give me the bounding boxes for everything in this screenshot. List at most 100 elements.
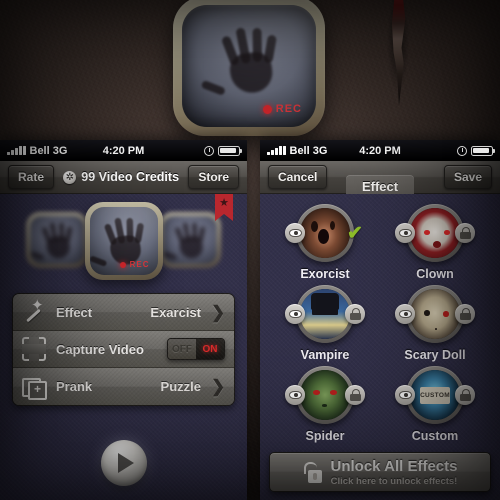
preview-eye-button[interactable]: [285, 304, 305, 324]
row-prank-label: Prank: [56, 379, 93, 394]
toggle-on-label: ON: [196, 339, 224, 359]
lock-badge[interactable]: [455, 304, 475, 324]
chevron-right-icon: ❯: [211, 302, 226, 322]
effects-grid: ✔ Exorcist Clown Vampire Scary Doll Spid…: [260, 194, 500, 443]
capture-frame-icon: [22, 337, 46, 361]
lock-icon: [349, 308, 361, 320]
hero-app-icon[interactable]: REC: [173, 0, 325, 136]
right-toolbar: Cancel Effect Save: [260, 161, 500, 199]
effect-label: Spider: [305, 429, 345, 443]
wall-crack-decoration: [378, 0, 418, 114]
effect-label: Vampire: [300, 348, 350, 362]
lock-badge[interactable]: [455, 223, 475, 243]
effect-item-exorcist[interactable]: ✔ Exorcist: [270, 204, 380, 281]
preview-eye-button[interactable]: [395, 223, 415, 243]
settings-list: Effect Exarcist ❯ Capture Video OFF ON P…: [12, 293, 235, 406]
right-phone-screen: Bell 3G 4:20 PM Cancel Effect Save ✔ Exo…: [260, 140, 500, 500]
scary-doll-thumbnail: [410, 289, 460, 339]
lock-icon: [459, 308, 471, 320]
effect-item-spider[interactable]: Spider: [270, 366, 380, 443]
effect-label: Scary Doll: [404, 348, 466, 362]
rec-label: REC: [129, 260, 150, 269]
store-button[interactable]: Store: [188, 165, 239, 189]
unlock-all-effects-button[interactable]: Unlock All Effects Click here to unlock …: [269, 452, 491, 492]
alarm-clock-icon: [204, 145, 214, 156]
lock-badge[interactable]: [455, 385, 475, 405]
video-credits-label: 99 Video Credits: [81, 170, 180, 184]
row-effect-value: Exarcist: [150, 304, 201, 320]
eye-icon: [398, 310, 412, 318]
right-panel-body: ✔ Exorcist Clown Vampire Scary Doll Spid…: [260, 194, 500, 500]
preview-eye-button[interactable]: [395, 385, 415, 405]
left-panel-body: REC Effect Exarcist ❯ Capture Video OFF …: [0, 194, 247, 500]
eye-icon: [288, 391, 302, 399]
coin-icon: [63, 170, 77, 184]
carousel-item-next[interactable]: [159, 212, 221, 268]
row-capture-video-label: Capture Video: [56, 341, 144, 357]
lock-icon: [459, 389, 471, 401]
open-padlock-icon: [303, 461, 322, 483]
eye-icon: [288, 229, 302, 237]
effect-item-scary-doll[interactable]: Scary Doll: [380, 285, 490, 362]
lock-icon: [459, 227, 471, 239]
status-bar-right-group: [457, 145, 496, 156]
preview-eye-button[interactable]: [285, 223, 305, 243]
featured-ribbon-star-icon[interactable]: [215, 194, 233, 221]
spider-thumbnail: [300, 370, 350, 420]
eye-icon: [398, 391, 412, 399]
left-phone-screen: Bell 3G 4:20 PM Rate 99 Video Credits St…: [0, 140, 247, 500]
cancel-button[interactable]: Cancel: [268, 165, 328, 189]
lock-icon: [349, 389, 361, 401]
vampire-thumbnail: [300, 289, 350, 339]
effect-label: Clown: [416, 267, 454, 281]
effect-item-custom[interactable]: Custom: [380, 366, 490, 443]
rate-button[interactable]: Rate: [8, 165, 55, 189]
toggle-off-label: OFF: [168, 339, 196, 359]
preview-eye-button[interactable]: [285, 385, 305, 405]
row-capture-video[interactable]: Capture Video OFF ON: [13, 331, 234, 368]
magic-wand-icon: [22, 296, 46, 324]
row-prank-value: Puzzle: [160, 379, 201, 394]
carousel-item-current[interactable]: REC: [84, 202, 163, 280]
left-toolbar: Rate 99 Video Credits Store: [0, 161, 247, 194]
battery-icon: [471, 145, 496, 156]
app-icon-bezel: REC: [173, 0, 325, 136]
status-bar-right-group: [204, 145, 243, 156]
effect-carousel[interactable]: REC: [0, 194, 247, 287]
status-bar-right: Bell 3G 4:20 PM: [260, 140, 500, 161]
carousel-rec-indicator: REC: [119, 260, 150, 269]
clown-thumbnail: [410, 208, 460, 258]
alarm-clock-icon: [457, 145, 467, 156]
prank-cards-icon: [22, 375, 47, 400]
unlock-title: Unlock All Effects: [330, 457, 458, 475]
status-bar-left: Bell 3G 4:20 PM: [0, 140, 247, 161]
rec-indicator: REC: [262, 103, 302, 115]
lock-badge[interactable]: [345, 304, 365, 324]
preview-eye-button[interactable]: [395, 304, 415, 324]
unlock-subtitle: Click here to unlock effects!: [330, 475, 458, 487]
play-button[interactable]: [100, 440, 147, 486]
row-effect[interactable]: Effect Exarcist ❯: [13, 294, 234, 331]
rec-dot-icon: [119, 261, 126, 268]
save-button[interactable]: Save: [443, 165, 492, 189]
effect-label: Exorcist: [300, 267, 350, 281]
carousel-item-previous[interactable]: [26, 212, 88, 268]
check-icon: ✔: [347, 222, 363, 244]
effect-item-clown[interactable]: Clown: [380, 204, 490, 281]
effect-label: Custom: [411, 429, 459, 443]
lock-badge[interactable]: [345, 385, 365, 405]
custom-thumbnail: [410, 370, 460, 420]
play-button-container: [0, 440, 247, 486]
eye-icon: [398, 229, 412, 237]
capture-video-toggle[interactable]: OFF ON: [167, 338, 225, 360]
rec-dot-icon: [262, 104, 272, 114]
effect-item-vampire[interactable]: Vampire: [270, 285, 380, 362]
video-credits: 99 Video Credits: [60, 170, 182, 184]
row-effect-label: Effect: [56, 304, 93, 320]
app-icon-screen: REC: [182, 5, 316, 127]
unlock-texts: Unlock All Effects Click here to unlock …: [331, 458, 458, 487]
battery-icon: [218, 145, 243, 156]
row-prank[interactable]: Prank Puzzle ❯: [13, 368, 234, 405]
chevron-right-icon: ❯: [211, 377, 226, 396]
eye-icon: [288, 310, 302, 318]
